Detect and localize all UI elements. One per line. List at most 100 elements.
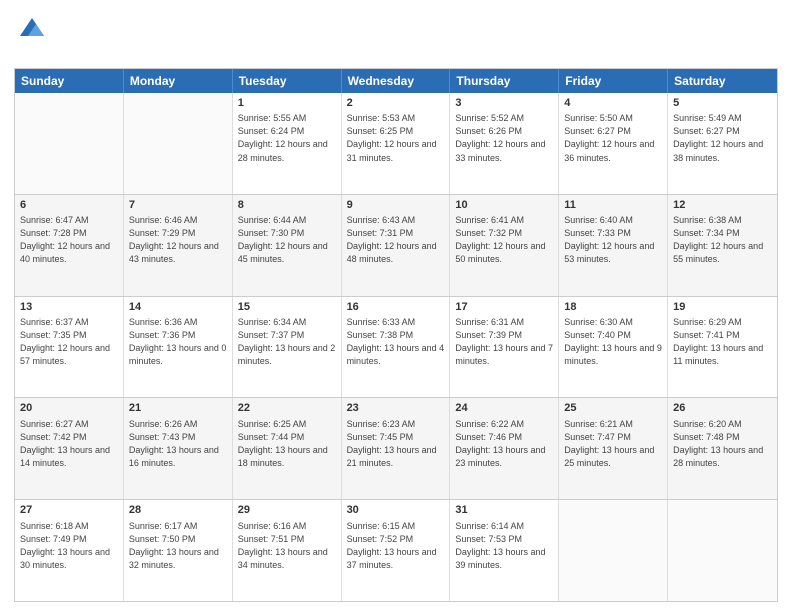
day-info: Sunrise: 5:50 AM Sunset: 6:27 PM Dayligh…: [564, 112, 662, 164]
day-number: 3: [455, 96, 553, 111]
day-cell-21: 21 Sunrise: 6:26 AM Sunset: 7:43 PM Dayli…: [124, 398, 233, 499]
day-cell-16: 16Sunrise: 6:33 AM Sunset: 7:38 PM Dayli…: [342, 297, 451, 398]
day-cell-29: 29 Sunrise: 6:16 AM Sunset: 7:51 PM Dayli…: [233, 500, 342, 601]
header-day-sunday: Sunday: [15, 69, 124, 93]
day-cell-11: 11Sunrise: 6:40 AM Sunset: 7:33 PM Dayli…: [559, 195, 668, 296]
day-cell-18: 18Sunrise: 6:30 AM Sunset: 7:40 PM Dayli…: [559, 297, 668, 398]
day-cell-8: 8Sunrise: 6:44 AM Sunset: 7:30 PM Daylig…: [233, 195, 342, 296]
day-number: 22: [238, 401, 336, 416]
day-number: 12: [673, 198, 772, 213]
day-info: Sunrise: 5:55 AM Sunset: 6:24 PM Dayligh…: [238, 112, 336, 164]
day-info: Sunrise: 6:23 AM Sunset: 7:45 PM Dayligh…: [347, 418, 445, 470]
day-cell-31: 31 Sunrise: 6:14 AM Sunset: 7:53 PM Dayli…: [450, 500, 559, 601]
day-cell-14: 14Sunrise: 6:36 AM Sunset: 7:36 PM Dayli…: [124, 297, 233, 398]
day-cell-9: 9Sunrise: 6:43 AM Sunset: 7:31 PM Daylig…: [342, 195, 451, 296]
day-number: 19: [673, 300, 772, 315]
day-info: Sunrise: 6:43 AM Sunset: 7:31 PM Dayligh…: [347, 214, 445, 266]
day-cell-24: 24Sunrise: 6:22 AM Sunset: 7:46 PM Dayli…: [450, 398, 559, 499]
calendar-row-0: 1Sunrise: 5:55 AM Sunset: 6:24 PM Daylig…: [15, 93, 777, 194]
day-cell-3: 3Sunrise: 5:52 AM Sunset: 6:26 PM Daylig…: [450, 93, 559, 194]
day-number: 11: [564, 198, 662, 213]
empty-cell-4-5: [559, 500, 668, 601]
day-info: Sunrise: 6:25 AM Sunset: 7:44 PM Dayligh…: [238, 418, 336, 470]
calendar-header: SundayMondayTuesdayWednesdayThursdayFrid…: [15, 69, 777, 93]
empty-cell-0-0: [15, 93, 124, 194]
day-number: 14: [129, 300, 227, 315]
day-number: 28: [129, 503, 227, 518]
day-cell-17: 17Sunrise: 6:31 AM Sunset: 7:39 PM Dayli…: [450, 297, 559, 398]
day-number: 8: [238, 198, 336, 213]
day-number: 15: [238, 300, 336, 315]
day-number: 13: [20, 300, 118, 315]
calendar: SundayMondayTuesdayWednesdayThursdayFrid…: [14, 68, 778, 602]
day-cell-4: 4Sunrise: 5:50 AM Sunset: 6:27 PM Daylig…: [559, 93, 668, 194]
day-number: 29: [238, 503, 336, 518]
day-info: Sunrise: 6:33 AM Sunset: 7:38 PM Dayligh…: [347, 316, 445, 368]
day-info: Sunrise: 6:41 AM Sunset: 7:32 PM Dayligh…: [455, 214, 553, 266]
day-cell-26: 26 Sunrise: 6:20 AM Sunset: 7:48 PM Dayli…: [668, 398, 777, 499]
day-info: Sunrise: 6:30 AM Sunset: 7:40 PM Dayligh…: [564, 316, 662, 368]
day-number: 10: [455, 198, 553, 213]
day-number: 20: [20, 401, 118, 416]
day-info: Sunrise: 6:40 AM Sunset: 7:33 PM Dayligh…: [564, 214, 662, 266]
calendar-body: 1Sunrise: 5:55 AM Sunset: 6:24 PM Daylig…: [15, 93, 777, 601]
day-number: 31: [455, 503, 553, 518]
day-info: Sunrise: 6:26 AM Sunset: 7:43 PM Dayligh…: [129, 418, 227, 470]
day-number: 2: [347, 96, 445, 111]
header-day-friday: Friday: [559, 69, 668, 93]
day-cell-7: 7Sunrise: 6:46 AM Sunset: 7:29 PM Daylig…: [124, 195, 233, 296]
empty-cell-0-1: [124, 93, 233, 194]
day-number: 5: [673, 96, 772, 111]
day-cell-1: 1Sunrise: 5:55 AM Sunset: 6:24 PM Daylig…: [233, 93, 342, 194]
day-info: Sunrise: 6:22 AM Sunset: 7:46 PM Dayligh…: [455, 418, 553, 470]
header-day-saturday: Saturday: [668, 69, 777, 93]
day-cell-12: 12Sunrise: 6:38 AM Sunset: 7:34 PM Dayli…: [668, 195, 777, 296]
logo: [14, 14, 46, 62]
page: SundayMondayTuesdayWednesdayThursdayFrid…: [0, 0, 792, 612]
day-cell-13: 13Sunrise: 6:37 AM Sunset: 7:35 PM Dayli…: [15, 297, 124, 398]
header-day-wednesday: Wednesday: [342, 69, 451, 93]
day-number: 9: [347, 198, 445, 213]
day-number: 26: [673, 401, 772, 416]
day-cell-15: 15Sunrise: 6:34 AM Sunset: 7:37 PM Dayli…: [233, 297, 342, 398]
day-number: 21: [129, 401, 227, 416]
day-cell-22: 22 Sunrise: 6:25 AM Sunset: 7:44 PM Dayli…: [233, 398, 342, 499]
day-info: Sunrise: 6:17 AM Sunset: 7:50 PM Dayligh…: [129, 520, 227, 572]
day-info: Sunrise: 6:18 AM Sunset: 7:49 PM Dayligh…: [20, 520, 118, 572]
day-cell-19: 19Sunrise: 6:29 AM Sunset: 7:41 PM Dayli…: [668, 297, 777, 398]
day-cell-5: 5Sunrise: 5:49 AM Sunset: 6:27 PM Daylig…: [668, 93, 777, 194]
day-info: Sunrise: 6:15 AM Sunset: 7:52 PM Dayligh…: [347, 520, 445, 572]
day-info: Sunrise: 6:16 AM Sunset: 7:51 PM Dayligh…: [238, 520, 336, 572]
day-info: Sunrise: 6:34 AM Sunset: 7:37 PM Dayligh…: [238, 316, 336, 368]
day-number: 6: [20, 198, 118, 213]
day-number: 23: [347, 401, 445, 416]
header-day-thursday: Thursday: [450, 69, 559, 93]
day-cell-6: 6Sunrise: 6:47 AM Sunset: 7:28 PM Daylig…: [15, 195, 124, 296]
header-day-monday: Monday: [124, 69, 233, 93]
calendar-row-1: 6Sunrise: 6:47 AM Sunset: 7:28 PM Daylig…: [15, 194, 777, 296]
logo-icon: [18, 14, 46, 42]
day-info: Sunrise: 5:53 AM Sunset: 6:25 PM Dayligh…: [347, 112, 445, 164]
day-info: Sunrise: 6:14 AM Sunset: 7:53 PM Dayligh…: [455, 520, 553, 572]
day-cell-10: 10Sunrise: 6:41 AM Sunset: 7:32 PM Dayli…: [450, 195, 559, 296]
day-number: 18: [564, 300, 662, 315]
day-info: Sunrise: 6:46 AM Sunset: 7:29 PM Dayligh…: [129, 214, 227, 266]
header: [14, 10, 778, 62]
day-cell-25: 25Sunrise: 6:21 AM Sunset: 7:47 PM Dayli…: [559, 398, 668, 499]
empty-cell-4-6: [668, 500, 777, 601]
day-number: 16: [347, 300, 445, 315]
day-info: Sunrise: 5:49 AM Sunset: 6:27 PM Dayligh…: [673, 112, 772, 164]
day-number: 17: [455, 300, 553, 315]
day-number: 27: [20, 503, 118, 518]
day-info: Sunrise: 6:47 AM Sunset: 7:28 PM Dayligh…: [20, 214, 118, 266]
day-info: Sunrise: 6:21 AM Sunset: 7:47 PM Dayligh…: [564, 418, 662, 470]
day-cell-23: 23 Sunrise: 6:23 AM Sunset: 7:45 PM Dayli…: [342, 398, 451, 499]
day-info: Sunrise: 5:52 AM Sunset: 6:26 PM Dayligh…: [455, 112, 553, 164]
calendar-row-4: 27 Sunrise: 6:18 AM Sunset: 7:49 PM Dayli…: [15, 499, 777, 601]
day-cell-20: 20Sunrise: 6:27 AM Sunset: 7:42 PM Dayli…: [15, 398, 124, 499]
day-number: 30: [347, 503, 445, 518]
day-info: Sunrise: 6:20 AM Sunset: 7:48 PM Dayligh…: [673, 418, 772, 470]
day-info: Sunrise: 6:44 AM Sunset: 7:30 PM Dayligh…: [238, 214, 336, 266]
day-cell-2: 2Sunrise: 5:53 AM Sunset: 6:25 PM Daylig…: [342, 93, 451, 194]
day-cell-27: 27 Sunrise: 6:18 AM Sunset: 7:49 PM Dayli…: [15, 500, 124, 601]
